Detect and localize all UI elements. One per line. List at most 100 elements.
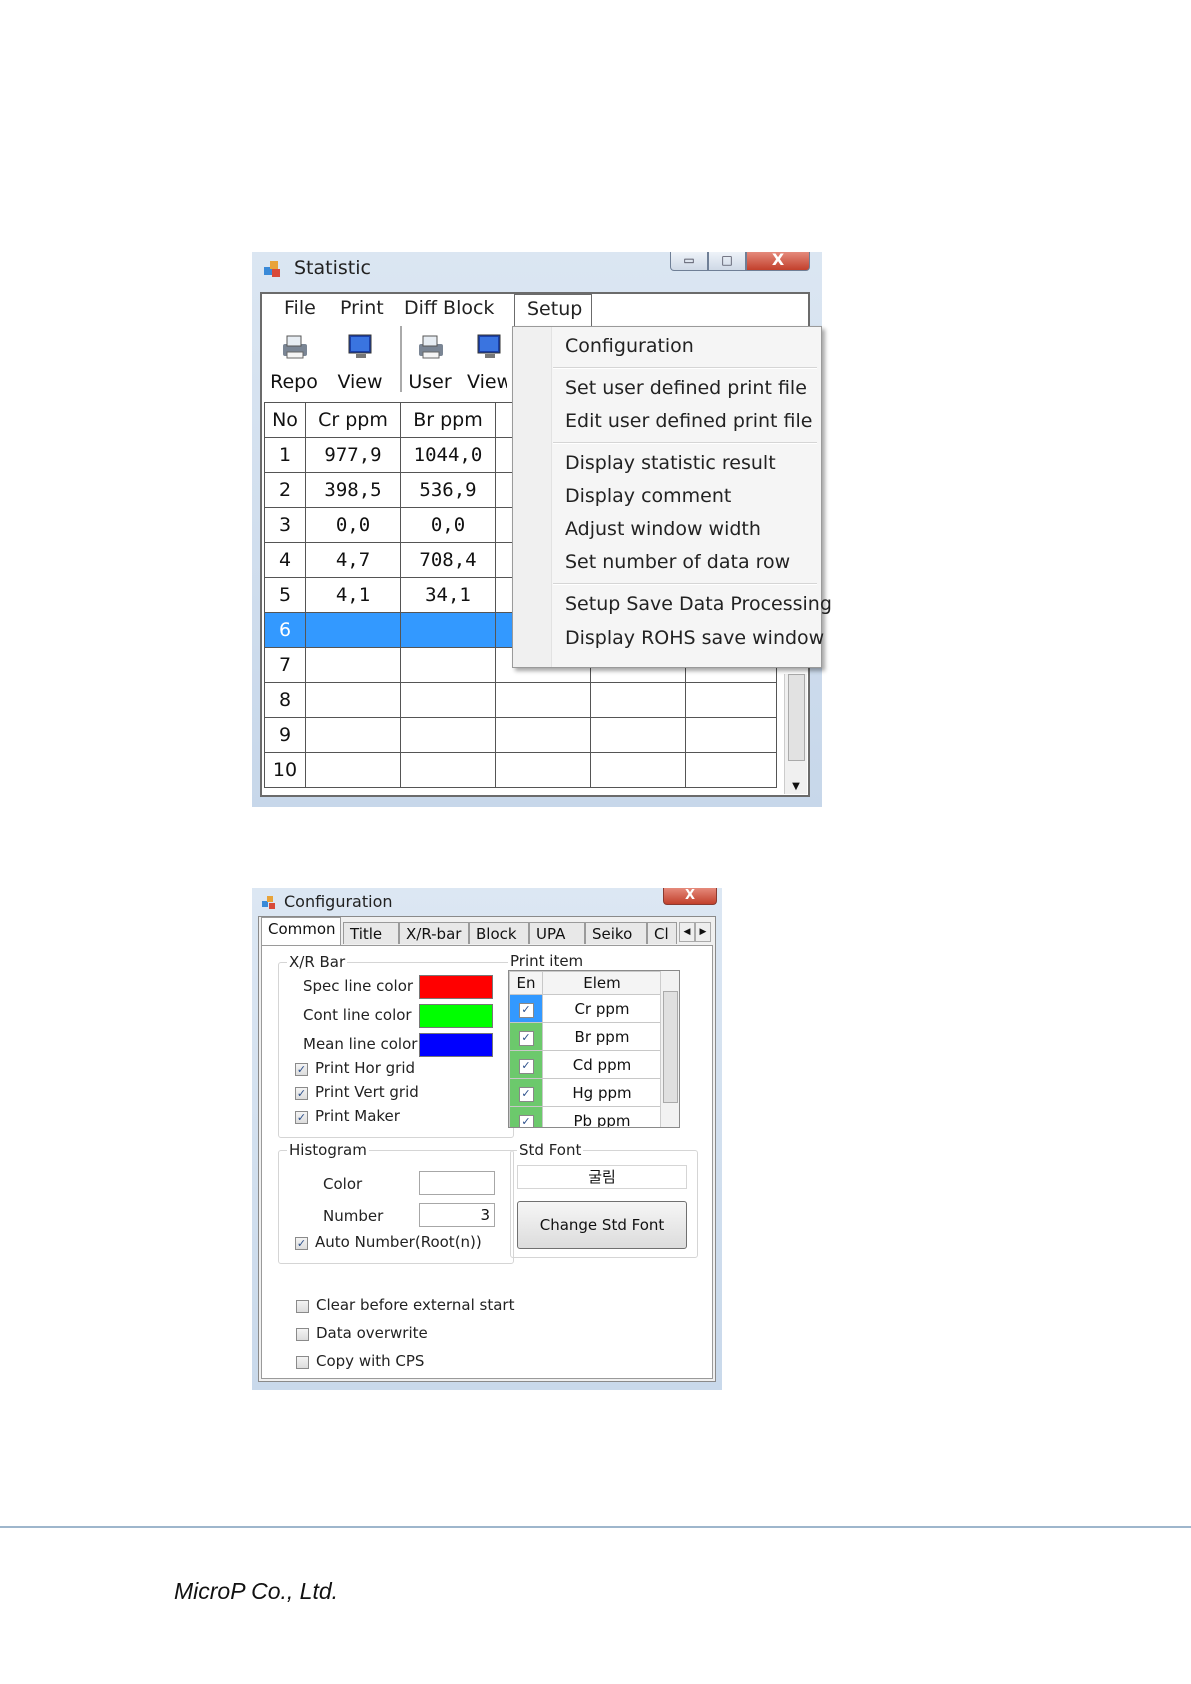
menu-display-statistic[interactable]: Display statistic result <box>565 452 776 474</box>
mean-line-color-swatch[interactable] <box>419 1033 493 1057</box>
tab-cl[interactable]: Cl <box>647 922 677 944</box>
close-button[interactable]: X <box>663 888 717 905</box>
tab-scroll-left-icon[interactable]: ◀ <box>679 922 695 942</box>
elem-cell[interactable]: Pb ppm <box>542 1106 662 1127</box>
close-button[interactable]: X <box>746 252 810 271</box>
tab-seiko[interactable]: Seiko <box>585 922 647 944</box>
list-item[interactable]: ✓ Pb ppm <box>509 1106 662 1127</box>
elem-cell[interactable]: Cr ppm <box>542 994 662 1023</box>
cell-cr[interactable] <box>305 647 401 683</box>
histogram-color-swatch[interactable] <box>419 1171 495 1195</box>
cell-br[interactable]: 34,1 <box>400 577 496 613</box>
cell-br[interactable]: 1044,0 <box>400 437 496 473</box>
cell-br[interactable] <box>400 752 496 788</box>
cell-cr[interactable] <box>305 752 401 788</box>
menu-display-rohs[interactable]: Display ROHS save window <box>565 627 824 649</box>
enable-checkbox[interactable]: ✓ <box>518 1087 534 1102</box>
cell-cr[interactable] <box>305 717 401 753</box>
col-header-br[interactable]: Br ppm <box>400 402 496 438</box>
table-row[interactable]: 9 <box>264 717 777 753</box>
data-overwrite-checkbox[interactable] <box>296 1328 309 1341</box>
col-header-en[interactable]: En <box>509 971 543 995</box>
tab-upa[interactable]: UPA <box>529 922 585 944</box>
spec-line-color-swatch[interactable] <box>419 975 493 999</box>
change-std-font-button[interactable]: Change Std Font <box>517 1201 687 1249</box>
elem-cell[interactable]: Cd ppm <box>542 1050 662 1079</box>
cell-no[interactable]: 3 <box>264 507 306 543</box>
toolbar-user-button[interactable]: User <box>402 332 458 393</box>
menu-edit-print-file[interactable]: Edit user defined print file <box>565 410 812 432</box>
table-row[interactable]: 8 <box>264 682 777 718</box>
enable-checkbox[interactable]: ✓ <box>518 1115 534 1127</box>
col-header-no[interactable]: No <box>264 402 306 438</box>
cell[interactable] <box>495 682 591 718</box>
tab-title[interactable]: Title <box>343 922 399 944</box>
cell[interactable] <box>590 752 686 788</box>
cell[interactable] <box>495 752 591 788</box>
menu-set-rows[interactable]: Set number of data row <box>565 551 790 573</box>
enable-checkbox[interactable]: ✓ <box>518 1003 534 1018</box>
menu-adjust-width[interactable]: Adjust window width <box>565 518 761 540</box>
cell[interactable] <box>685 682 777 718</box>
minimize-button[interactable]: ▭ <box>670 252 708 271</box>
enable-cell[interactable]: ✓ <box>509 1022 543 1051</box>
cell-br[interactable]: 536,9 <box>400 472 496 508</box>
enable-cell[interactable]: ✓ <box>509 994 543 1023</box>
elem-cell[interactable]: Hg ppm <box>542 1078 662 1107</box>
cell-cr[interactable]: 398,5 <box>305 472 401 508</box>
clear-before-checkbox[interactable] <box>296 1300 309 1313</box>
cell[interactable] <box>495 717 591 753</box>
tab-block[interactable]: Block <box>469 922 529 944</box>
scroll-thumb[interactable] <box>788 674 805 761</box>
scroll-thumb[interactable] <box>663 991 678 1103</box>
cell-cr[interactable]: 977,9 <box>305 437 401 473</box>
copy-with-cps-checkbox[interactable] <box>296 1356 309 1369</box>
print-item-scrollbar[interactable] <box>660 971 679 1127</box>
tab-xr-bar[interactable]: X/R-bar <box>399 922 469 944</box>
enable-checkbox[interactable]: ✓ <box>518 1031 534 1046</box>
print-maker-checkbox[interactable]: ✓ <box>295 1111 308 1124</box>
enable-cell[interactable]: ✓ <box>509 1078 543 1107</box>
cell[interactable] <box>590 717 686 753</box>
enable-cell[interactable]: ✓ <box>509 1050 543 1079</box>
cell-cr[interactable]: 4,7 <box>305 542 401 578</box>
cell[interactable] <box>685 752 777 788</box>
cell-cr[interactable] <box>305 682 401 718</box>
list-item[interactable]: ✓ Cr ppm <box>509 994 662 1023</box>
cell[interactable] <box>685 717 777 753</box>
tab-common[interactable]: Common <box>261 917 341 946</box>
grid-scrollbar[interactable]: ▼ <box>784 674 807 794</box>
scroll-down-icon[interactable]: ▼ <box>785 781 807 792</box>
cell-br[interactable]: 0,0 <box>400 507 496 543</box>
menu-setup[interactable]: Setup <box>514 294 592 326</box>
cell-br[interactable] <box>400 612 496 648</box>
cell-no[interactable]: 1 <box>264 437 306 473</box>
print-item-grid[interactable]: En Elem ✓ Cr ppm ✓ Br ppm ✓ Cd ppm ✓ Hg ppm … <box>508 970 680 1128</box>
cell-br[interactable]: 708,4 <box>400 542 496 578</box>
cell-no[interactable]: 7 <box>264 647 306 683</box>
toolbar-view2-button[interactable]: View <box>467 332 507 393</box>
elem-cell[interactable]: Br ppm <box>542 1022 662 1051</box>
enable-cell[interactable]: ✓ <box>509 1106 543 1127</box>
menu-diff-block[interactable]: Diff Block <box>404 297 494 319</box>
cell-no[interactable]: 9 <box>264 717 306 753</box>
cell-no[interactable]: 4 <box>264 542 306 578</box>
maximize-button[interactable]: □ <box>708 252 746 271</box>
list-item[interactable]: ✓ Br ppm <box>509 1022 662 1051</box>
cell[interactable] <box>590 682 686 718</box>
histogram-number-input[interactable]: 3 <box>419 1203 495 1227</box>
menu-print[interactable]: Print <box>340 297 384 319</box>
statistic-titlebar[interactable]: Statistic ▭ □ X <box>252 252 822 286</box>
cell-br[interactable] <box>400 647 496 683</box>
cell-cr[interactable] <box>305 612 401 648</box>
menu-set-print-file[interactable]: Set user defined print file <box>565 377 807 399</box>
toolbar-view-button[interactable]: View <box>332 332 388 393</box>
print-vert-grid-checkbox[interactable]: ✓ <box>295 1087 308 1100</box>
toolbar-repo-button[interactable]: Repo <box>266 332 322 393</box>
cell-no[interactable]: 8 <box>264 682 306 718</box>
cell-cr[interactable]: 4,1 <box>305 577 401 613</box>
print-hor-grid-checkbox[interactable]: ✓ <box>295 1063 308 1076</box>
col-header-elem[interactable]: Elem <box>542 971 662 995</box>
cell-cr[interactable]: 0,0 <box>305 507 401 543</box>
cont-line-color-swatch[interactable] <box>419 1004 493 1028</box>
